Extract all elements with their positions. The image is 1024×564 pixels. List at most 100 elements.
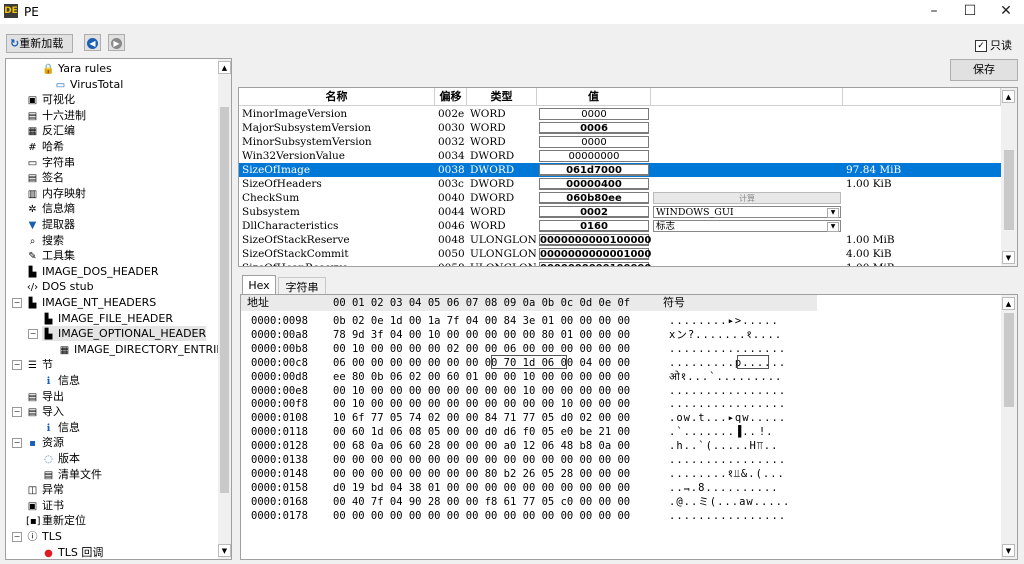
table-row[interactable]: SizeOfHeaders 003c DWORD 00000400 1.00 KiB	[239, 177, 1001, 191]
tree-item-imports-info[interactable]: ℹ 信息	[42, 420, 80, 435]
field-value-input[interactable]: 00000400	[539, 178, 649, 190]
field-value-input[interactable]: 0160	[539, 220, 649, 232]
hex-view[interactable]: 地址 00 01 02 03 04 05 06 07 08 09 0a 0b 0…	[240, 294, 1018, 560]
scroll-up-icon[interactable]: ▲	[218, 61, 231, 74]
field-value-input[interactable]: 060b80ee	[539, 192, 649, 204]
expander-sec-icon[interactable]: −	[12, 360, 22, 370]
save-button[interactable]: 保存	[950, 59, 1018, 81]
field-value-input[interactable]: 00000000	[539, 150, 649, 162]
tree-item-entropy[interactable]: ✲ 信息熵	[26, 201, 75, 216]
chevron-down-icon[interactable]: ▼	[827, 222, 839, 232]
col-header-offset[interactable]: 偏移	[435, 88, 467, 106]
tree-item-version[interactable]: ◌ 版本	[42, 451, 80, 466]
scroll-down-icon[interactable]: ▼	[1002, 544, 1015, 557]
field-value-input[interactable]: 0000000000100000	[539, 262, 649, 267]
field-value-input[interactable]: 0000000000001000	[539, 248, 649, 260]
table-row[interactable]: Subsystem 0044 WORD 0002 WINDOWS_GUI ▼	[239, 205, 1001, 219]
scroll-up-icon[interactable]: ▲	[1002, 297, 1015, 310]
tree-item-sections[interactable]: ☰ 节	[26, 357, 53, 372]
scroll-thumb[interactable]	[1004, 150, 1014, 230]
tree-item-relocations[interactable]: [▪]重新定位	[26, 513, 86, 528]
field-value-input[interactable]: 0002	[539, 206, 649, 218]
minimize-button[interactable]: –	[916, 0, 952, 24]
chevron-down-icon[interactable]: ▼	[827, 208, 839, 218]
table-row[interactable]: SizeOfHeapReserve 0058ULONGLONG0000000000…	[239, 261, 1001, 267]
col-header-value[interactable]: 值	[537, 88, 651, 106]
tree-item-exceptions[interactable]: ◫ 异常	[26, 482, 64, 497]
tree-item-tools[interactable]: ✎ 工具集	[26, 248, 75, 263]
hex-bytes: 00 68 0a 06 60 28 00 00 00 a0 12 06 48 b…	[333, 439, 630, 454]
tree-item-file-header[interactable]: ▙ IMAGE_FILE_HEADER	[42, 311, 173, 326]
table-row[interactable]: MajorSubsystemVersion 0030 WORD 0006	[239, 121, 1001, 135]
tree-item-manifest[interactable]: ▤ 清单文件	[42, 467, 102, 482]
tree-view[interactable]: 🔒 Yara rules ▭ VirusTotal ▣ 可视化 ▤ 十六进制 ▦ 反汇编 # 哈希 ▭ 字…	[5, 58, 232, 560]
table-scrollbar[interactable]: ▲ ▼	[1001, 88, 1017, 266]
tab-strings[interactable]: 字符串	[278, 277, 326, 295]
tree-item-search[interactable]: ⌕ 搜索	[26, 233, 64, 248]
col-header-info[interactable]	[843, 88, 1001, 106]
tree-item-hash[interactable]: # 哈希	[26, 139, 64, 154]
tree-item-imports[interactable]: ▤ 导入	[26, 404, 64, 419]
tree-item-hex[interactable]: ▤ 十六进制	[26, 108, 86, 123]
table-row[interactable]: SizeOfStackCommit 0050 ULONGLONG0000000000…	[239, 247, 1001, 261]
hex-scrollbar[interactable]: ▲ ▼	[1001, 295, 1017, 559]
calculate-checksum-button[interactable]: 计算	[653, 192, 841, 204]
tree-item-tls-callbacks[interactable]: ● TLS 回调	[42, 545, 103, 560]
dll-characteristics-select[interactable]: 标志 ▼	[653, 220, 841, 232]
field-value-input[interactable]: 0000	[539, 136, 649, 148]
expander-res-icon[interactable]: −	[12, 438, 22, 448]
expander-optional-header-icon[interactable]: −	[28, 329, 38, 339]
expander-imp-icon[interactable]: −	[12, 407, 22, 417]
table-row[interactable]: DllCharacteristics 0046 WORD 0160 标志 ▼	[239, 219, 1001, 233]
col-header-extra[interactable]	[651, 88, 843, 106]
expander-tls-icon[interactable]: −	[12, 532, 22, 542]
scroll-thumb[interactable]	[1004, 313, 1014, 407]
col-header-type[interactable]: 类型	[467, 88, 537, 106]
tree-item-disasm[interactable]: ▦ 反汇编	[26, 123, 75, 138]
field-value-input[interactable]: 061d7000	[539, 164, 649, 176]
scroll-down-icon[interactable]: ▼	[1002, 251, 1015, 264]
tree-item-dos-stub[interactable]: ‹/› DOS stub	[26, 279, 94, 294]
scroll-thumb[interactable]	[220, 107, 229, 493]
header-field-table[interactable]: 名称 偏移 类型 值 MinorImageVersion 002e WORD 0000…	[238, 87, 1018, 267]
scroll-down-icon[interactable]: ▼	[218, 544, 231, 557]
tree-item-nt-headers[interactable]: ▙ IMAGE_NT_HEADERS	[26, 295, 156, 310]
tree-item-strings[interactable]: ▭ 字符串	[26, 155, 75, 170]
table-row[interactable]: MinorSubsystemVersion 0032 WORD 0000	[239, 135, 1001, 149]
table-row[interactable]: MinorImageVersion 002e WORD 0000	[239, 107, 1001, 121]
field-value-input[interactable]: 0000	[539, 108, 649, 120]
tree-item-optional-header[interactable]: ▙ IMAGE_OPTIONAL_HEADER	[42, 326, 206, 341]
subsystem-select[interactable]: WINDOWS_GUI ▼	[653, 206, 841, 218]
tree-item-yara-rules[interactable]: 🔒 Yara rules	[42, 61, 112, 76]
tree-item-signature[interactable]: ▤ 签名	[26, 170, 64, 185]
tab-hex[interactable]: Hex	[242, 275, 276, 295]
tree-item-sections-info[interactable]: ℹ 信息	[42, 373, 80, 388]
table-row[interactable]: CheckSum 0040 DWORD 060b80ee 计算	[239, 191, 1001, 205]
table-row[interactable]: Win32VersionValue 0034 DWORD 00000000	[239, 149, 1001, 163]
scroll-up-icon[interactable]: ▲	[1002, 90, 1015, 103]
maximize-button[interactable]: ☐	[952, 0, 988, 24]
field-value-input[interactable]: 0006	[539, 122, 649, 134]
close-button[interactable]: ✕	[988, 0, 1024, 24]
back-button[interactable]: ◀	[84, 34, 101, 51]
field-value-input[interactable]: 0000000000100000	[539, 234, 649, 246]
tree-item-exports[interactable]: ▤ 导出	[26, 389, 64, 404]
reload-button[interactable]: ↻重新加载	[6, 34, 73, 53]
table-row[interactable]: SizeOfStackReserve 0048 ULONGLONG000000000…	[239, 233, 1001, 247]
tree-item-label: 哈希	[42, 140, 64, 153]
tree-item-visualize[interactable]: ▣ 可视化	[26, 92, 75, 107]
col-header-name[interactable]: 名称	[239, 88, 435, 106]
tree-item-virustotal[interactable]: ▭ VirusTotal	[54, 77, 123, 92]
tree-item-extractor[interactable]: ▼ 提取器	[26, 217, 75, 232]
tree-item-directory-entries[interactable]: ▦ IMAGE_DIRECTORY_ENTRIES	[58, 342, 230, 357]
table-row[interactable]: SizeOfImage 0038 DWORD 061d7000 97.84 MiB	[239, 163, 1001, 177]
tree-item-memory-map[interactable]: ▥ 内存映射	[26, 186, 86, 201]
readonly-checkbox[interactable]: ✓ 只读	[975, 37, 1012, 53]
tree-item-certificate[interactable]: ▣ 证书	[26, 498, 64, 513]
tree-scrollbar[interactable]: ▲ ▼	[218, 59, 231, 559]
tree-item-tls[interactable]: ⓘ TLS	[26, 529, 62, 544]
tree-item-resources[interactable]: ▪ 资源	[26, 435, 64, 450]
expander-nt-icon[interactable]: −	[12, 298, 22, 308]
tree-item-dos-header[interactable]: ▙ IMAGE_DOS_HEADER	[26, 264, 158, 279]
forward-button[interactable]: ▶	[108, 34, 125, 51]
